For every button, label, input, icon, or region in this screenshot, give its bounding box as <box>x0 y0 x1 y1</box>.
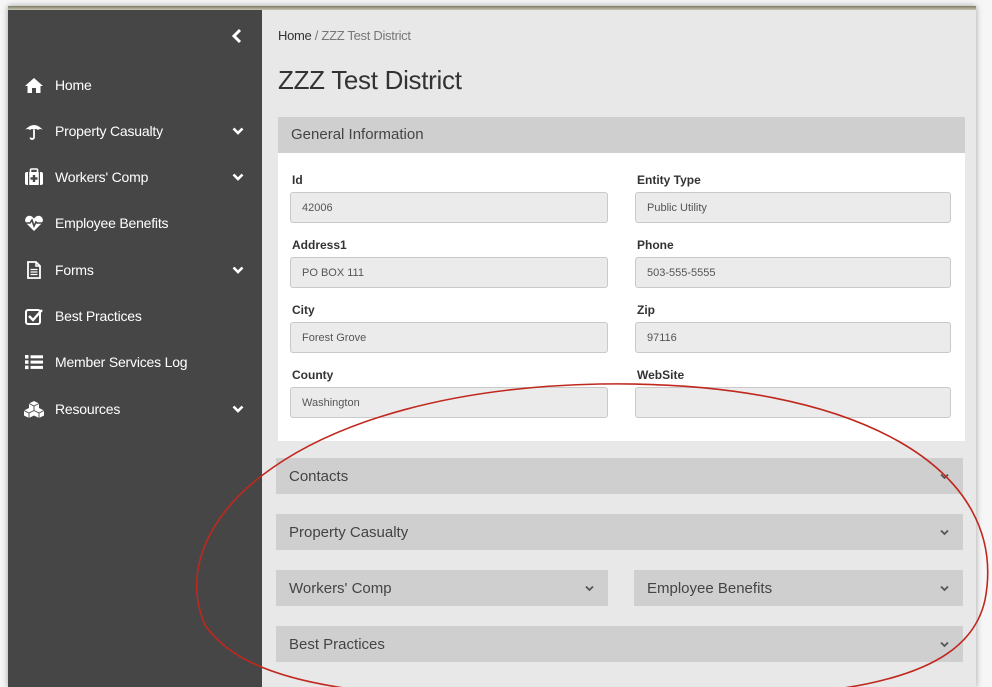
employee-benefits-section-header[interactable]: Employee Benefits <box>634 570 963 606</box>
phone-label: Phone <box>637 238 674 252</box>
sidebar-item-home[interactable]: Home <box>8 67 262 103</box>
city-label: City <box>292 303 315 317</box>
home-icon <box>25 78 43 93</box>
sidebar-item-best-practices[interactable]: Best Practices <box>8 298 262 334</box>
sidebar-item-label: Home <box>55 77 92 93</box>
sidebar-item-member-services-log[interactable]: Member Services Log <box>8 344 262 380</box>
chevron-down-icon <box>232 266 244 274</box>
id-field[interactable]: 42006 <box>290 192 608 223</box>
best-practices-section-header[interactable]: Best Practices <box>276 626 963 662</box>
workers-comp-section-header[interactable]: Workers' Comp <box>276 570 608 606</box>
workers-comp-section-title: Workers' Comp <box>289 580 392 597</box>
chevron-down-icon <box>940 529 949 536</box>
sidebar-item-label: Employee Benefits <box>55 215 169 231</box>
address1-label: Address1 <box>292 238 347 252</box>
sidebar-item-forms[interactable]: Forms <box>8 252 262 288</box>
file-icon <box>27 261 41 279</box>
chevron-down-icon <box>940 641 949 648</box>
sidebar-item-label: Property Casualty <box>55 123 163 139</box>
entity-type-label: Entity Type <box>637 173 701 187</box>
page-title: ZZZ Test District <box>278 65 462 95</box>
city-field[interactable]: Forest Grove <box>290 322 608 353</box>
contacts-section-title: Contacts <box>289 468 349 485</box>
breadcrumb: Home / ZZZ Test District <box>278 28 411 43</box>
sidebar-item-workers-comp[interactable]: Workers' Comp <box>8 159 262 195</box>
sidebar: Home Property Casualty Workers' Comp Emp… <box>8 10 262 687</box>
breadcrumb-home-link[interactable]: Home <box>278 28 312 43</box>
property-casualty-section-header[interactable]: Property Casualty <box>276 514 963 550</box>
sidebar-item-label: Best Practices <box>55 308 142 324</box>
chevron-down-icon <box>585 585 594 592</box>
sidebar-item-label: Forms <box>55 262 94 278</box>
chevron-down-icon <box>232 405 244 413</box>
best-practices-section-title: Best Practices <box>289 636 385 653</box>
sidebar-item-label: Resources <box>55 401 121 417</box>
app-window: Home Property Casualty Workers' Comp Emp… <box>8 6 976 687</box>
property-casualty-section-title: Property Casualty <box>289 524 409 541</box>
general-information-panel: General Information Id 42006 Entity Type… <box>278 117 965 441</box>
heartbeat-icon <box>25 215 43 231</box>
general-information-header[interactable]: General Information <box>278 117 965 153</box>
umbrella-icon <box>25 125 43 140</box>
address1-field[interactable]: PO BOX 111 <box>290 257 608 288</box>
sidebar-item-employee-benefits[interactable]: Employee Benefits <box>8 205 262 241</box>
id-label: Id <box>292 173 303 187</box>
medkit-icon <box>25 168 43 185</box>
chevron-down-icon <box>940 585 949 592</box>
list-icon <box>25 355 43 370</box>
contacts-section-header[interactable]: Contacts <box>276 458 963 494</box>
employee-benefits-section-title: Employee Benefits <box>647 580 773 597</box>
chevron-down-icon <box>232 127 244 135</box>
collapse-sidebar-icon[interactable] <box>230 28 244 44</box>
chevron-down-icon <box>940 473 949 480</box>
website-field[interactable] <box>635 387 951 418</box>
sidebar-item-label: Member Services Log <box>55 354 188 370</box>
county-label: County <box>292 368 334 382</box>
breadcrumb-separator: / <box>311 28 322 43</box>
breadcrumb-current: ZZZ Test District <box>321 28 411 43</box>
phone-field[interactable]: 503-555-5555 <box>635 257 951 288</box>
check-square-icon <box>25 309 43 325</box>
chevron-down-icon <box>232 173 244 181</box>
entity-type-field[interactable]: Public Utility <box>635 192 951 223</box>
sidebar-item-resources[interactable]: Resources <box>8 391 262 427</box>
main-content: Home / ZZZ Test District ZZZ Test Distri… <box>262 10 976 687</box>
website-label: WebSite <box>637 368 685 382</box>
county-field[interactable]: Washington <box>290 387 608 418</box>
zip-label: Zip <box>637 303 655 317</box>
sidebar-item-label: Workers' Comp <box>55 169 149 185</box>
cubes-icon <box>24 401 44 418</box>
zip-field[interactable]: 97116 <box>635 322 951 353</box>
sidebar-item-property-casualty[interactable]: Property Casualty <box>8 113 262 149</box>
